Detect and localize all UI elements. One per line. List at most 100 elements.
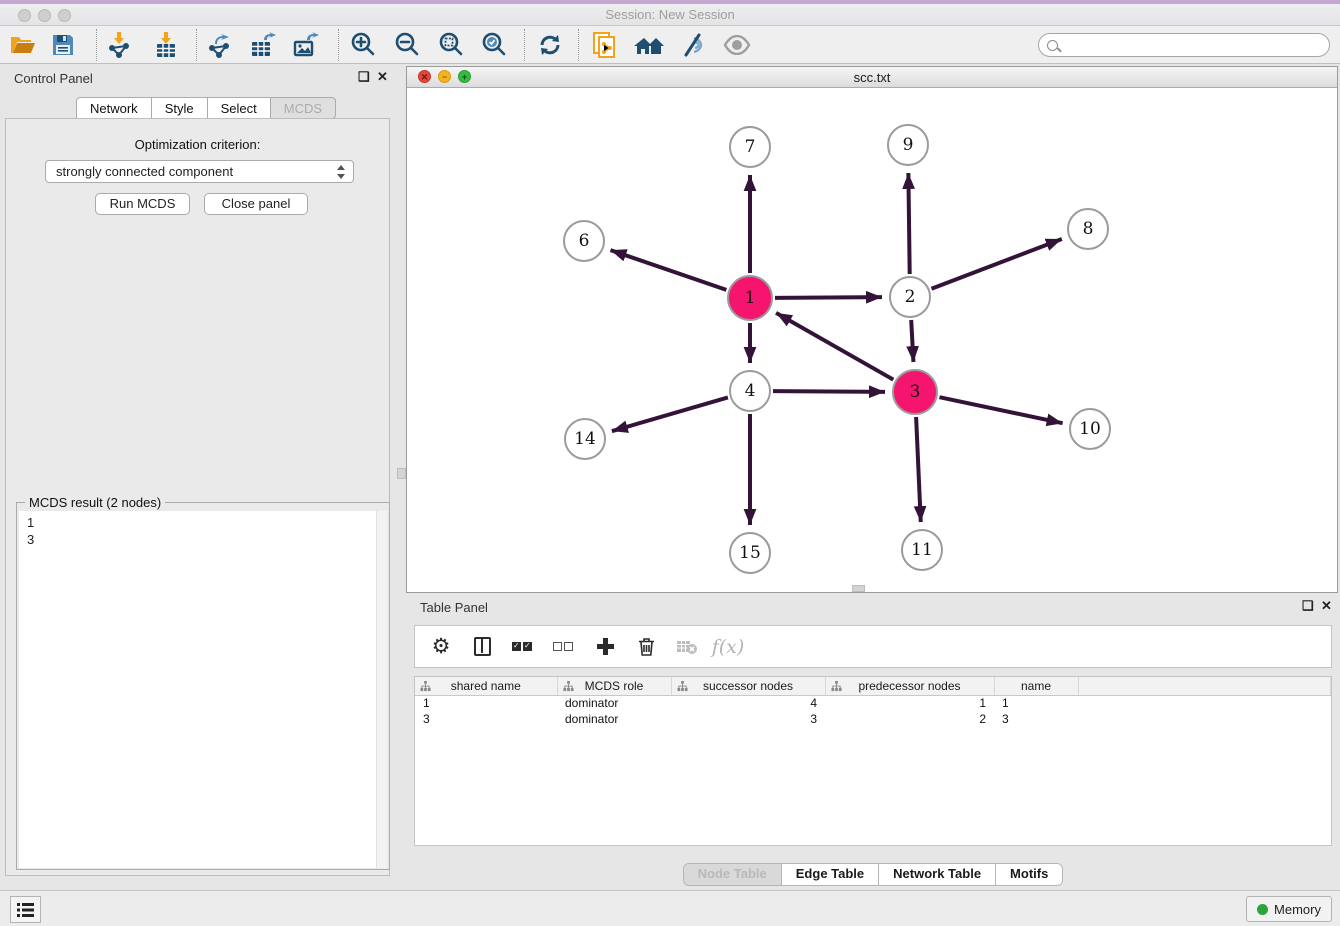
float-table-panel-icon[interactable]: ❑ <box>1302 599 1314 613</box>
graph-edge-3-10[interactable] <box>939 397 1062 423</box>
save-icon[interactable] <box>48 31 78 59</box>
graph-node-15[interactable]: 15 <box>729 532 771 574</box>
graph-node-1[interactable]: 1 <box>727 275 773 321</box>
table-cell[interactable]: 3 <box>671 711 825 727</box>
home-icon[interactable] <box>634 31 664 59</box>
graph-node-10[interactable]: 10 <box>1069 408 1111 450</box>
show-columns-icon[interactable] <box>470 635 494 659</box>
open-folder-icon[interactable] <box>8 31 38 59</box>
table-cell[interactable]: 4 <box>671 695 825 711</box>
refresh-icon[interactable] <box>535 31 565 59</box>
horizontal-splitter-grip[interactable] <box>852 585 865 592</box>
optimization-criterion-select[interactable]: strongly connected component <box>45 160 354 183</box>
table-settings-icon[interactable]: ⚙ <box>429 635 453 659</box>
graph-edge-2-9[interactable] <box>908 173 909 274</box>
network-window: ✕ − + scc.txt 7 9 6 8 1 2 4 3 14 10 15 11 <box>406 66 1338 593</box>
network-canvas[interactable]: 7 9 6 8 1 2 4 3 14 10 15 11 <box>407 88 1337 592</box>
table-header-row[interactable]: shared name MCDS role successor nodes pr… <box>415 677 1331 695</box>
node-table[interactable]: shared name MCDS role successor nodes pr… <box>414 676 1332 846</box>
list-icon <box>17 903 34 917</box>
tab-network-table[interactable]: Network Table <box>879 864 996 885</box>
table-cell[interactable]: 3 <box>994 711 1078 727</box>
graph-edge-4-3[interactable] <box>773 391 885 392</box>
graph-edges <box>407 88 1337 592</box>
graph-edge-1-2[interactable] <box>775 297 882 298</box>
float-panel-icon[interactable]: ❑ <box>358 70 370 84</box>
graph-edge-2-3[interactable] <box>911 320 913 362</box>
column-predecessor-nodes[interactable]: predecessor nodes <box>825 677 994 695</box>
graph-node-7[interactable]: 7 <box>729 126 771 168</box>
run-mcds-button[interactable]: Run MCDS <box>95 193 190 215</box>
table-cell[interactable]: dominator <box>557 695 671 711</box>
search-input[interactable] <box>1038 33 1330 57</box>
tab-edge-table[interactable]: Edge Table <box>782 864 879 885</box>
close-table-panel-icon[interactable]: ✕ <box>1321 599 1332 613</box>
mcds-result-text[interactable]: 1 3 <box>19 511 377 868</box>
column-name[interactable]: name <box>994 677 1078 695</box>
zoom-in-icon[interactable] <box>348 31 378 59</box>
unselect-all-columns-icon[interactable] <box>552 635 576 659</box>
control-panel-title: Control Panel <box>14 71 93 86</box>
graph-node-14[interactable]: 14 <box>564 418 606 460</box>
column-successor-nodes[interactable]: successor nodes <box>671 677 825 695</box>
graph-node-8[interactable]: 8 <box>1067 208 1109 250</box>
add-column-icon[interactable] <box>593 635 617 659</box>
column-mcds-role[interactable]: MCDS role <box>557 677 671 695</box>
task-history-button[interactable] <box>10 896 41 923</box>
table-cell[interactable]: dominator <box>557 711 671 727</box>
select-all-columns-icon[interactable] <box>511 635 535 659</box>
export-table-icon[interactable] <box>248 31 278 59</box>
table-cell[interactable]: 3 <box>415 711 557 727</box>
graph-edge-4-14[interactable] <box>612 397 728 431</box>
table-cell[interactable]: 2 <box>825 711 994 727</box>
table-row[interactable]: 1dominator411 <box>415 695 1331 711</box>
close-panel-icon[interactable]: ✕ <box>377 70 388 84</box>
graph-edge-1-6[interactable] <box>610 250 726 290</box>
graph-node-6[interactable]: 6 <box>563 220 605 262</box>
graph-node-11[interactable]: 11 <box>901 529 943 571</box>
clone-network-icon[interactable] <box>590 31 620 59</box>
graph-node-4[interactable]: 4 <box>729 370 771 412</box>
hide-label-icon[interactable] <box>678 31 708 59</box>
tab-select[interactable]: Select <box>207 97 270 119</box>
close-panel-button[interactable]: Close panel <box>204 193 308 215</box>
import-table-icon[interactable] <box>151 31 181 59</box>
graph-edge-3-1[interactable] <box>776 313 893 380</box>
tab-style[interactable]: Style <box>151 97 207 119</box>
tab-network[interactable]: Network <box>76 97 151 119</box>
table-row[interactable]: 3dominator323 <box>415 711 1331 727</box>
optimization-criterion-label: Optimization criterion: <box>6 137 389 152</box>
tab-mcds[interactable]: MCDS <box>270 97 336 119</box>
zoom-selected-icon[interactable] <box>479 31 509 59</box>
toolbar-separator <box>96 29 97 61</box>
tab-motifs[interactable]: Motifs <box>996 864 1062 885</box>
table-tabs: Node Table Edge Table Network Table Moti… <box>406 863 1340 886</box>
toolbar-separator <box>196 29 197 61</box>
table-cell[interactable]: 1 <box>415 695 557 711</box>
vertical-splitter-grip[interactable] <box>397 468 406 479</box>
memory-button[interactable]: Memory <box>1246 896 1332 922</box>
tab-node-table[interactable]: Node Table <box>684 864 782 885</box>
result-scrollbar[interactable] <box>376 511 387 868</box>
import-network-icon[interactable] <box>104 31 134 59</box>
search-icon <box>1047 40 1058 51</box>
graph-edge-2-8[interactable] <box>931 239 1061 289</box>
graph-node-2[interactable]: 2 <box>889 276 931 318</box>
network-window-titlebar[interactable]: ✕ − + scc.txt <box>407 67 1337 88</box>
table-cell[interactable]: 1 <box>994 695 1078 711</box>
zoom-out-icon[interactable] <box>392 31 422 59</box>
export-image-icon[interactable] <box>291 31 321 59</box>
app-titlebar: Session: New Session <box>0 0 1340 26</box>
dropdown-stepper-icon <box>336 165 345 179</box>
column-type-icon <box>677 681 688 695</box>
graph-node-3[interactable]: 3 <box>892 369 938 415</box>
graph-edge-3-11[interactable] <box>916 417 921 522</box>
delete-column-icon[interactable] <box>634 635 658 659</box>
network-window-title: scc.txt <box>407 70 1337 85</box>
column-shared-name[interactable]: shared name <box>415 677 557 695</box>
mcds-result-title: MCDS result (2 nodes) <box>25 495 165 510</box>
zoom-fit-icon[interactable] <box>436 31 466 59</box>
table-cell[interactable]: 1 <box>825 695 994 711</box>
export-network-icon[interactable] <box>204 31 234 59</box>
graph-node-9[interactable]: 9 <box>887 124 929 166</box>
